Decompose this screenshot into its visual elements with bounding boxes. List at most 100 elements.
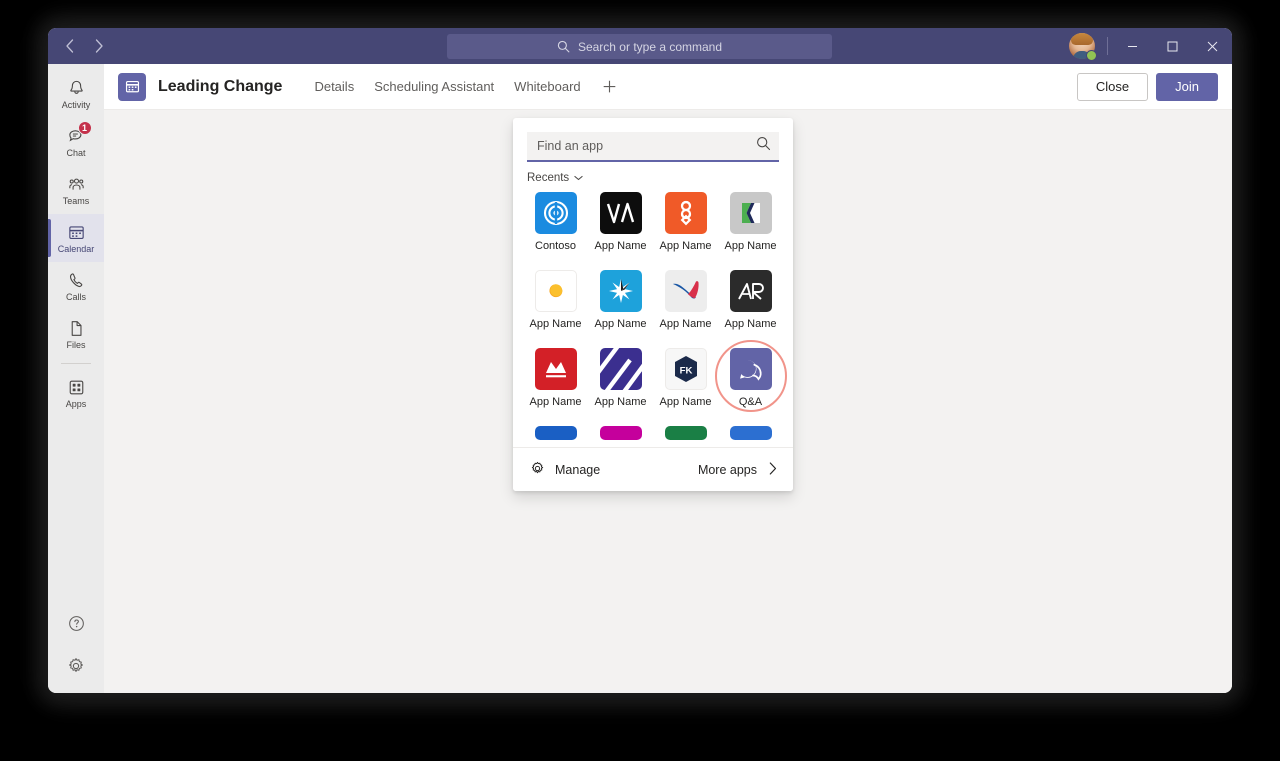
va-monogram-icon: [600, 192, 642, 234]
recents-dropdown[interactable]: Recents: [513, 162, 793, 188]
add-tab-button[interactable]: [597, 74, 623, 100]
app-item-4[interactable]: App Name: [718, 188, 783, 252]
teams-icon: [67, 174, 86, 194]
page-title: Leading Change: [158, 78, 282, 96]
app-item-5[interactable]: App Name: [523, 266, 588, 330]
app-item-9[interactable]: App Name: [523, 344, 588, 408]
qna-speech-bubble-icon: [730, 348, 772, 390]
app-rail: Activity 1 Chat: [48, 64, 104, 693]
app-label: App Name: [530, 396, 582, 408]
snowflake-star-icon: [600, 270, 642, 312]
presence-available-badge: [1086, 50, 1097, 61]
plus-icon: [602, 79, 617, 94]
app-item-13[interactable]: [523, 422, 588, 440]
apps-scroll-area[interactable]: Contoso App Name: [513, 188, 793, 447]
app-item-15[interactable]: [653, 422, 718, 440]
chat-icon: 1: [67, 126, 86, 146]
search-icon[interactable]: [756, 136, 771, 156]
app-item-3[interactable]: App Name: [653, 188, 718, 252]
green-flag-icon: [730, 192, 772, 234]
app-picker-flyout: Find an app Recents: [513, 118, 793, 491]
user-avatar-wrapper[interactable]: [1069, 33, 1095, 59]
app-item-7[interactable]: App Name: [653, 266, 718, 330]
maximize-button[interactable]: [1152, 28, 1192, 64]
sidebar-item-calls[interactable]: Calls: [48, 262, 104, 310]
app-item-11[interactable]: FK App Name: [653, 344, 718, 408]
chat-unread-badge: 1: [78, 121, 92, 135]
app-search-placeholder: Find an app: [537, 139, 756, 153]
blue-tile-icon: [535, 426, 577, 440]
screen: Search or type a command: [0, 0, 1280, 761]
sidebar-item-activity[interactable]: Activity: [48, 70, 104, 118]
recents-label: Recents: [527, 172, 569, 184]
close-window-button[interactable]: [1192, 28, 1232, 64]
more-apps-button[interactable]: More apps: [698, 462, 777, 478]
sidebar-item-teams[interactable]: Teams: [48, 166, 104, 214]
manage-label: Manage: [555, 463, 600, 477]
title-bar-right-controls: [1069, 28, 1232, 64]
chevron-left-icon: [65, 39, 74, 53]
magenta-tile-icon: [600, 426, 642, 440]
title-bar: Search or type a command: [48, 28, 1232, 64]
app-label: App Name: [725, 318, 777, 330]
forward-button[interactable]: [86, 33, 112, 59]
app-search-input[interactable]: Find an app: [527, 132, 779, 162]
global-search-box[interactable]: Search or type a command: [447, 34, 832, 59]
app-label: App Name: [725, 240, 777, 252]
gear-icon: [66, 656, 86, 681]
app-item-2[interactable]: App Name: [588, 188, 653, 252]
contoso-spiral-icon: [535, 192, 577, 234]
app-item-qna[interactable]: Q&A: [718, 344, 783, 408]
maximize-icon: [1167, 41, 1178, 52]
close-icon: [1207, 41, 1218, 52]
sidebar-item-files[interactable]: Files: [48, 310, 104, 358]
tab-scheduling-assistant[interactable]: Scheduling Assistant: [364, 75, 504, 98]
app-item-10[interactable]: App Name: [588, 344, 653, 408]
app-item-6[interactable]: App Name: [588, 266, 653, 330]
teams-window: Search or type a command: [48, 28, 1232, 693]
sidebar-item-label: Chat: [66, 148, 85, 158]
minimize-icon: [1127, 41, 1138, 52]
search-placeholder-text: Search or type a command: [578, 40, 722, 54]
gear-icon: [529, 460, 546, 480]
sidebar-item-chat[interactable]: 1 Chat: [48, 118, 104, 166]
join-button[interactable]: Join: [1156, 73, 1218, 101]
apps-grid: Contoso App Name: [523, 188, 783, 440]
minimize-button[interactable]: [1112, 28, 1152, 64]
settings-button[interactable]: [58, 653, 94, 683]
sidebar-item-calendar[interactable]: Calendar: [48, 214, 104, 262]
orange-blob-icon: [535, 270, 577, 312]
red-mountain-icon: [535, 348, 577, 390]
app-label: Q&A: [739, 396, 762, 408]
tab-whiteboard[interactable]: Whiteboard: [504, 75, 590, 98]
app-item-14[interactable]: [588, 422, 653, 440]
navigation-arrows: [56, 33, 112, 59]
purple-stripes-icon: [600, 348, 642, 390]
divider: [1107, 37, 1108, 55]
phone-icon: [67, 270, 86, 290]
app-item-16[interactable]: [718, 422, 783, 440]
window-body: Activity 1 Chat: [48, 64, 1232, 693]
green-tile-icon: [665, 426, 707, 440]
sidebar-item-label: Calendar: [58, 244, 95, 254]
rail-bottom-group: [58, 611, 94, 693]
back-button[interactable]: [56, 33, 82, 59]
app-item-contoso[interactable]: Contoso: [523, 188, 588, 252]
rail-divider: [61, 363, 91, 364]
main-content: Leading Change Details Scheduling Assist…: [104, 64, 1232, 693]
bell-icon: [67, 78, 86, 98]
help-button[interactable]: [58, 611, 94, 641]
meeting-header: Leading Change Details Scheduling Assist…: [104, 64, 1232, 110]
close-button[interactable]: Close: [1077, 73, 1148, 101]
tab-details[interactable]: Details: [304, 75, 364, 98]
app-search-container: Find an app: [513, 118, 793, 162]
help-circle-icon: [67, 614, 86, 638]
app-label: App Name: [595, 318, 647, 330]
manage-apps-button[interactable]: Manage: [529, 460, 600, 480]
chevron-right-icon: [769, 462, 777, 478]
chevron-down-icon: [574, 172, 583, 184]
app-item-8[interactable]: App Name: [718, 266, 783, 330]
app-label: App Name: [595, 240, 647, 252]
sidebar-item-apps[interactable]: Apps: [48, 369, 104, 417]
app-label: App Name: [660, 240, 712, 252]
